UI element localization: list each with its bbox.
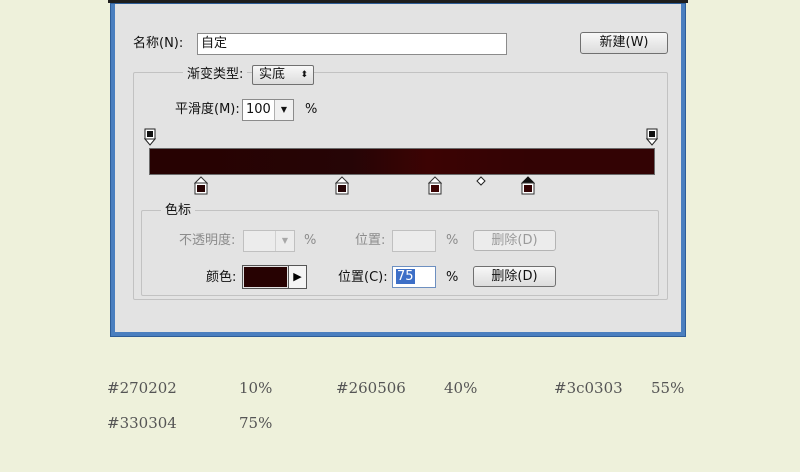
midpoint-diamond-icon[interactable] — [476, 176, 486, 186]
gradient-type-value: 实底 — [259, 67, 286, 82]
smoothness-unit: % — [305, 102, 318, 117]
location-label-disabled: 位置: — [355, 233, 386, 248]
note-percent-1: 10% — [239, 379, 273, 397]
note-percent-4: 75% — [239, 414, 273, 432]
color-swatch-fill — [244, 267, 287, 287]
color-swatch[interactable] — [242, 265, 289, 289]
location-unit-disabled: % — [446, 233, 459, 248]
dropdown-arrow-icon: ▼ — [275, 231, 294, 251]
dropdown-arrow-icon[interactable]: ▼ — [274, 100, 293, 120]
opacity-label: 不透明度: — [179, 233, 236, 248]
location-value: 75 — [396, 269, 415, 284]
note-hex-2: #260506 — [336, 379, 406, 397]
opacity-stop-left[interactable] — [144, 128, 156, 146]
note-hex-1: #270202 — [107, 379, 177, 397]
smoothness-value: 100 — [246, 102, 271, 117]
note-percent-3: 55% — [651, 379, 685, 397]
smoothness-label: 平滑度(M): — [175, 102, 240, 117]
opacity-input: ▼ — [243, 230, 295, 252]
gradient-editor-dialog: 名称(N): 自定 新建(W) 渐变类型: 实底 ⬍ 平滑度(M): 100 ▼… — [115, 4, 681, 332]
location-input[interactable]: 75 — [392, 266, 436, 288]
color-menu-arrow-icon[interactable]: ▶ — [289, 265, 307, 289]
note-hex-3: #3c0303 — [554, 379, 623, 397]
name-label: 名称(N): — [133, 36, 184, 51]
color-stop-10[interactable] — [194, 176, 208, 195]
color-stop-75-selected[interactable] — [521, 176, 535, 195]
gradient-preview-bar[interactable] — [149, 148, 655, 175]
location-unit: % — [446, 270, 459, 285]
note-percent-2: 40% — [444, 379, 478, 397]
gradient-editor-window: 名称(N): 自定 新建(W) 渐变类型: 实底 ⬍ 平滑度(M): 100 ▼… — [110, 3, 686, 337]
note-hex-4: #330304 — [107, 414, 177, 432]
delete-button-disabled: 删除(D) — [473, 230, 556, 251]
color-label: 颜色: — [206, 270, 237, 285]
delete-button[interactable]: 删除(D) — [473, 266, 556, 287]
name-input[interactable]: 自定 — [197, 33, 507, 55]
color-stops-group-label: 色标 — [161, 203, 196, 219]
gradient-type-label: 渐变类型: — [183, 67, 248, 83]
location-input-disabled — [392, 230, 436, 252]
color-stop-55[interactable] — [428, 176, 442, 195]
color-stop-40[interactable] — [335, 176, 349, 195]
smoothness-input[interactable]: 100 ▼ — [242, 99, 294, 121]
opacity-stop-right[interactable] — [646, 128, 658, 146]
opacity-unit: % — [304, 233, 317, 248]
new-button[interactable]: 新建(W) — [580, 32, 668, 54]
updown-arrow-icon: ⬍ — [300, 70, 308, 80]
gradient-type-select[interactable]: 实底 ⬍ — [252, 65, 314, 85]
location-label: 位置(C): — [338, 270, 388, 285]
